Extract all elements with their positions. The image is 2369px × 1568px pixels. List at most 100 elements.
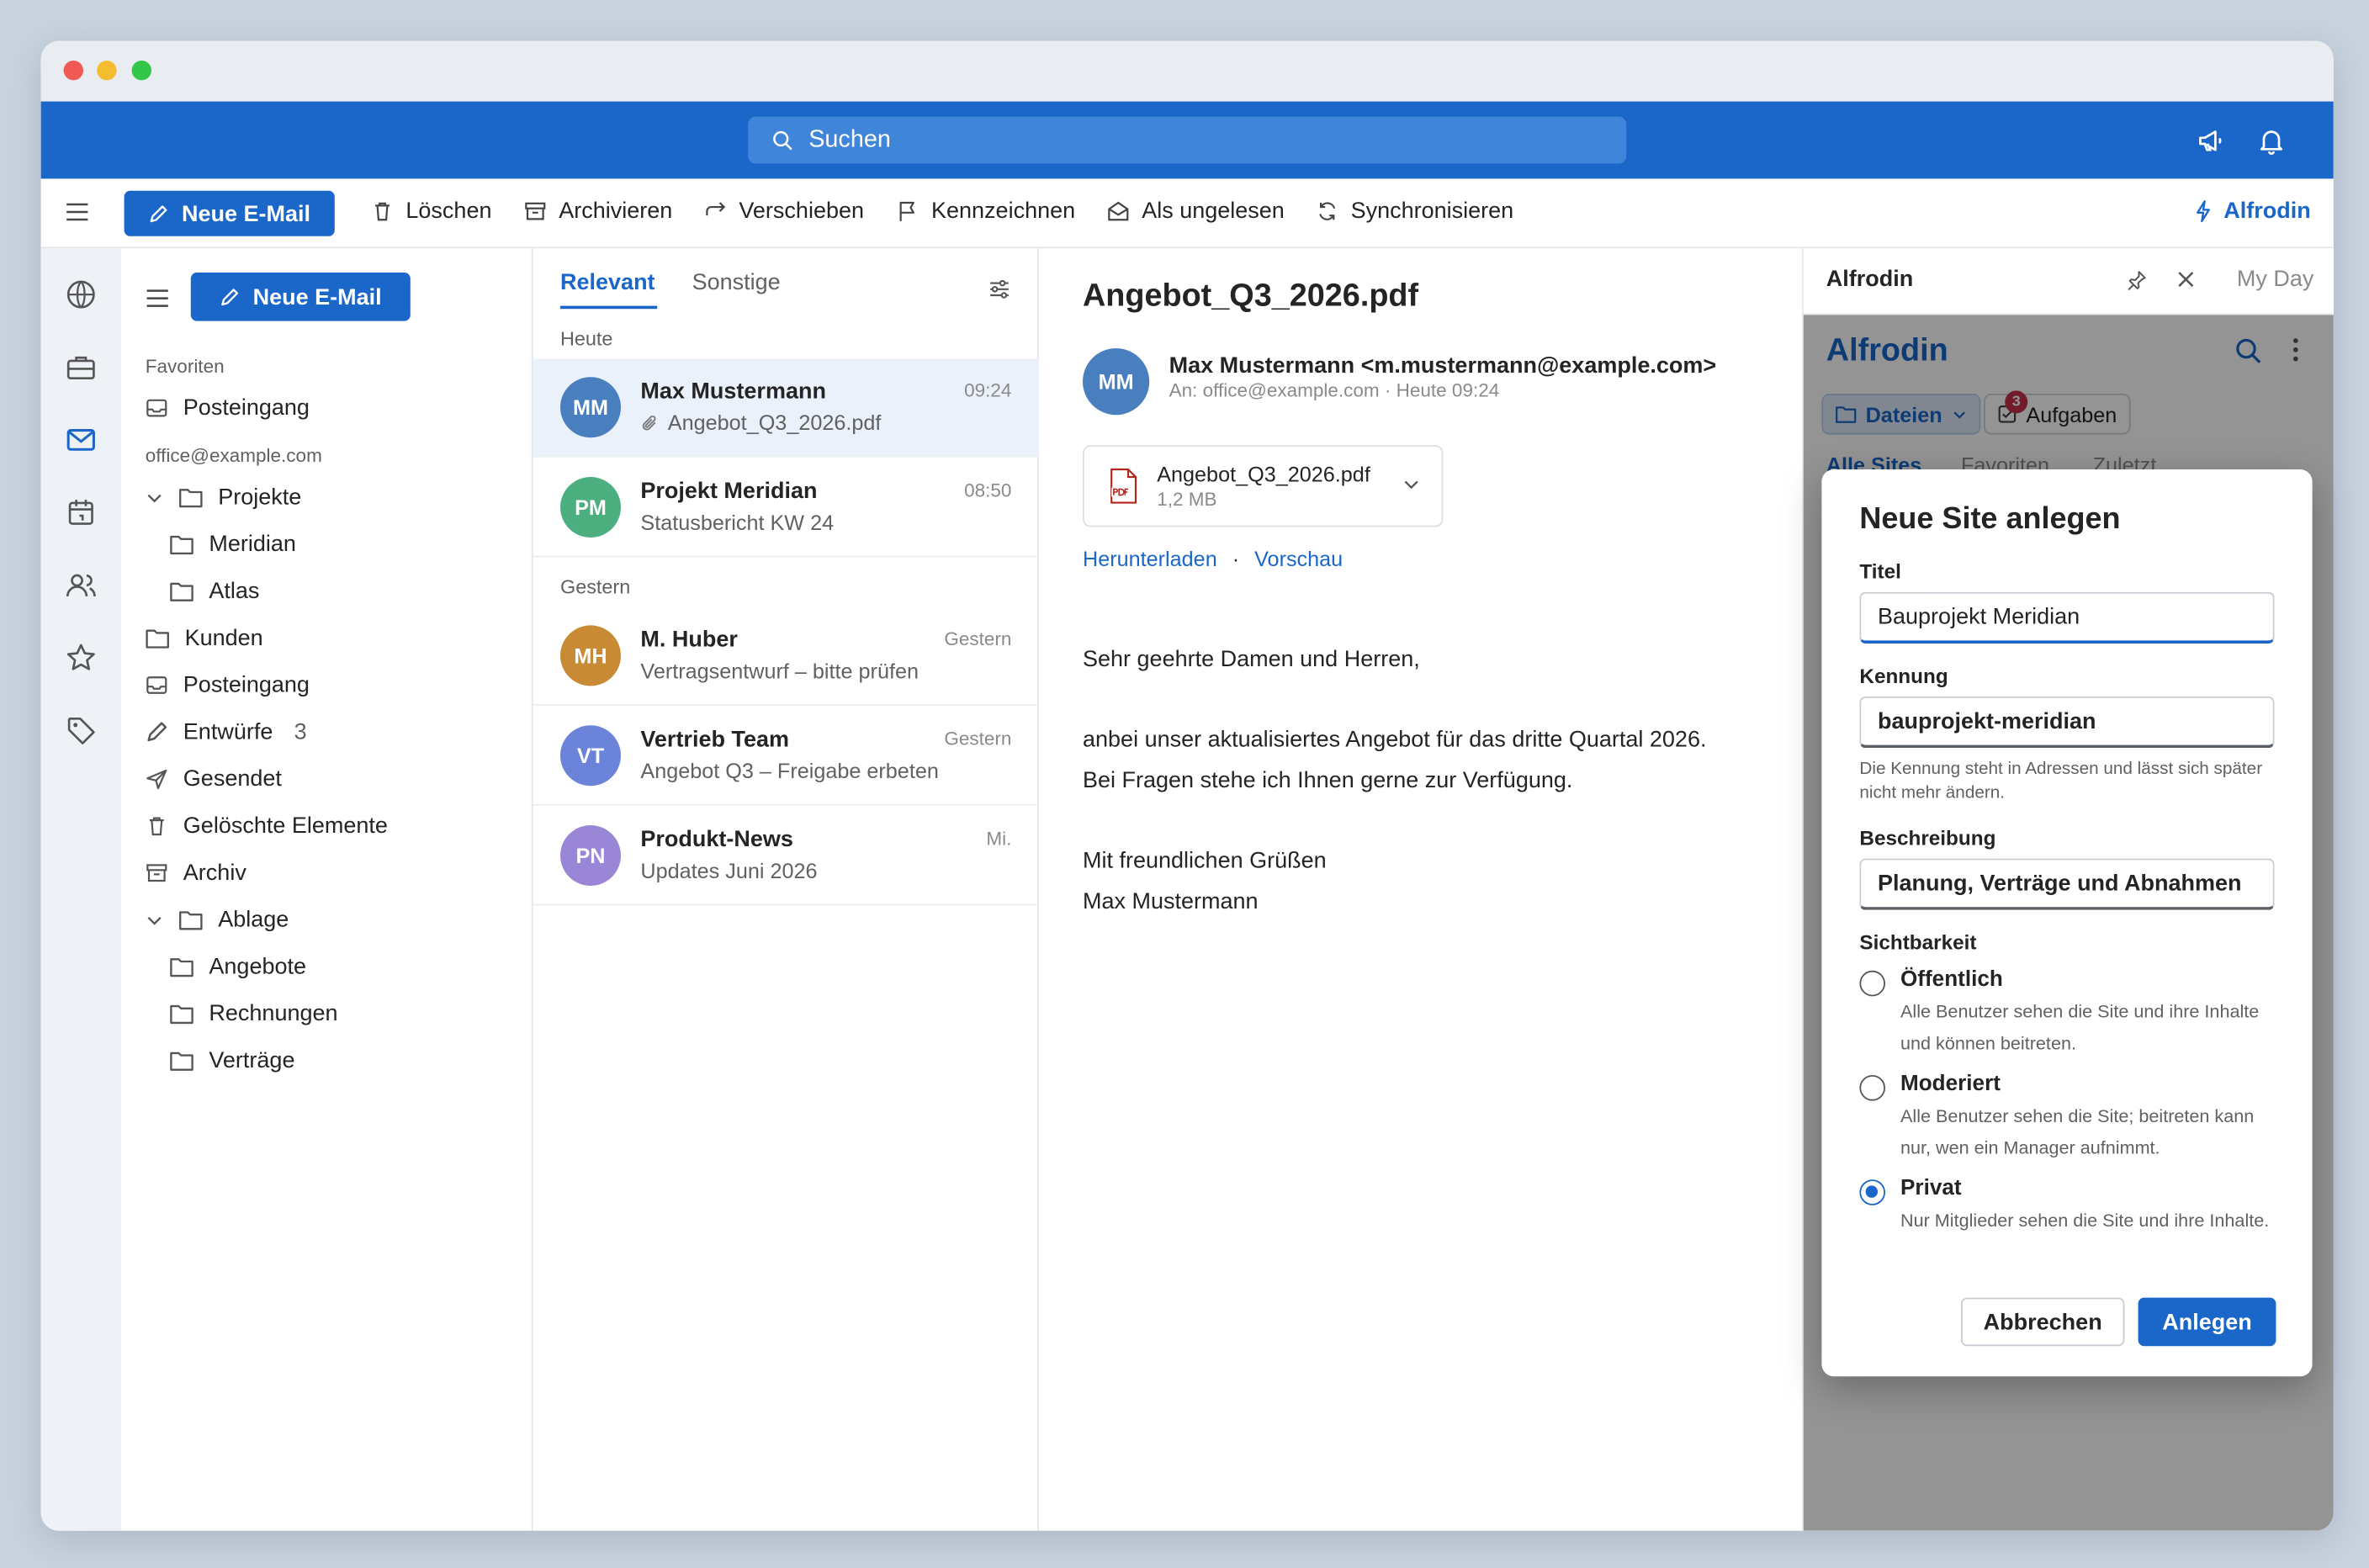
key-hint: Die Kennung steht in Adressen und lässt …: [1859, 760, 2263, 803]
globe-icon[interactable]: [65, 278, 97, 310]
archive-icon: [146, 864, 167, 882]
close-icon[interactable]: [2176, 269, 2196, 289]
folder-kunden[interactable]: Kunden: [146, 625, 263, 651]
folder-rechnungen[interactable]: Rechnungen: [170, 1001, 338, 1026]
mark-unread-button[interactable]: Als ungelesen: [1107, 199, 1285, 224]
folder-icon: [170, 1004, 193, 1025]
message-row[interactable]: PN Produkt-News Updates Juni 2026 Mi.: [533, 807, 1039, 906]
my-day-button[interactable]: My Day: [2237, 267, 2314, 293]
sender-avatar: MM: [1083, 348, 1150, 416]
chevron-down-icon[interactable]: [1402, 475, 1421, 494]
lightning-icon: [2196, 200, 2210, 223]
move-button[interactable]: Verschieben: [704, 199, 864, 224]
option-description: Alle Benutzer sehen die Site und ihre In…: [1900, 1000, 2260, 1054]
calendar-icon[interactable]: [65, 496, 97, 528]
option-description: Nur Mitglieder sehen die Site und ihre I…: [1900, 1210, 2270, 1232]
window-titlebar: [40, 40, 2334, 102]
archive-button[interactable]: Archivieren: [524, 198, 673, 225]
bell-icon[interactable]: [2256, 125, 2287, 156]
key-field-label: Kennung: [1859, 665, 1948, 688]
pdf-file-icon: [1110, 468, 1137, 504]
folder-label: Kunden: [184, 625, 263, 651]
star-icon[interactable]: [65, 642, 97, 674]
folder-label: Atlas: [209, 578, 260, 605]
mail-icon[interactable]: [65, 424, 97, 456]
people-icon[interactable]: [65, 569, 97, 601]
folder-icon: [146, 629, 169, 649]
folder-pane: Neue E-Mail Favoriten Posteingang office…: [121, 248, 533, 1531]
account-header: office@example.com: [145, 445, 322, 467]
radio-button-selected[interactable]: [1859, 1179, 1885, 1205]
archive-label: Archivieren: [559, 198, 673, 225]
folder-new-mail-button[interactable]: Neue E-Mail: [190, 273, 411, 321]
new-mail-button[interactable]: Neue E-Mail: [124, 190, 335, 236]
pin-icon[interactable]: [2126, 269, 2147, 290]
site-key-input[interactable]: bauprojekt-meridian: [1859, 697, 2275, 749]
preview-link[interactable]: Vorschau: [1254, 547, 1343, 571]
alfrodin-addin-button[interactable]: Alfrodin: [2193, 199, 2311, 224]
flag-button[interactable]: Kennzeichnen: [897, 199, 1075, 224]
message-sender: Produkt-News: [640, 826, 793, 853]
message-time: 09:24: [964, 379, 1012, 401]
folder-icon: [179, 489, 203, 508]
folder-sent[interactable]: Gesendet: [146, 766, 282, 792]
download-link[interactable]: Herunterladen: [1083, 547, 1217, 571]
folder-ablage[interactable]: Ablage: [146, 907, 289, 933]
drafts-count: 3: [294, 719, 307, 745]
site-description-input[interactable]: Planung, Verträge und Abnahmen: [1859, 858, 2275, 910]
folder-label: Gelöschte Elemente: [183, 813, 388, 840]
pencil-icon: [147, 722, 167, 742]
delete-button[interactable]: Löschen: [371, 198, 492, 225]
folder-icon: [170, 1052, 193, 1071]
option-description: Alle Benutzer sehen die Site; beitreten …: [1900, 1105, 2255, 1158]
attachment-name: Angebot_Q3_2026.pdf: [1157, 462, 1370, 486]
message-row[interactable]: MH M. Huber Vertragsentwurf – bitte prüf…: [533, 607, 1039, 706]
sync-button[interactable]: Synchronisieren: [1316, 199, 1513, 224]
tag-icon[interactable]: [65, 715, 97, 747]
cancel-button[interactable]: Abbrechen: [1961, 1297, 2125, 1347]
radio-button[interactable]: [1859, 1075, 1885, 1101]
move-arrow-icon: [706, 202, 726, 216]
folder-angebote[interactable]: Angebote: [170, 954, 306, 980]
hamburger-menu-icon[interactable]: [65, 200, 89, 225]
folder-label: Entwürfe: [183, 719, 273, 745]
folder-drafts[interactable]: Entwürfe 3: [146, 719, 307, 745]
favorite-inbox[interactable]: Posteingang: [146, 395, 310, 421]
favorite-inbox-label: Posteingang: [183, 395, 310, 421]
minimize-window-button[interactable]: [97, 61, 117, 81]
folder-archive[interactable]: Archiv: [146, 860, 246, 886]
chevron-down-icon[interactable]: [146, 911, 164, 930]
message-row[interactable]: VT Vertrieb Team Angebot Q3 – Freigabe e…: [533, 707, 1039, 806]
search-box[interactable]: Suchen: [748, 116, 1627, 164]
delete-label: Löschen: [405, 198, 492, 225]
collapse-pane-icon[interactable]: [146, 286, 170, 310]
folder-meridian[interactable]: Meridian: [170, 532, 296, 557]
folder-vertraege[interactable]: Verträge: [170, 1047, 295, 1074]
reading-pane: Angebot_Q3_2026.pdf MM Max Mustermann <m…: [1039, 248, 1802, 1531]
attachment-card[interactable]: Angebot_Q3_2026.pdf 1,2 MB: [1083, 445, 1444, 527]
new-mail-label: Neue E-Mail: [181, 200, 311, 227]
message-sender: Max Mustermann: [640, 379, 826, 405]
tab-sonstige[interactable]: Sonstige: [692, 269, 781, 295]
close-window-button[interactable]: [63, 61, 83, 81]
megaphone-icon[interactable]: [2196, 125, 2226, 156]
message-row[interactable]: MM Max Mustermann Angebot_Q3_2026.pdf 09…: [533, 358, 1039, 458]
attachment-size: 1,2 MB: [1157, 489, 1217, 511]
site-title-input[interactable]: Bauprojekt Meridian: [1859, 591, 2275, 644]
folder-label: Verträge: [209, 1047, 295, 1074]
folder-atlas[interactable]: Atlas: [170, 578, 260, 605]
message-row[interactable]: PM Projekt Meridian Statusbericht KW 24 …: [533, 458, 1039, 558]
filter-icon[interactable]: [988, 278, 1010, 299]
radio-button[interactable]: [1859, 970, 1885, 997]
zoom-window-button[interactable]: [131, 61, 151, 81]
message-sender: Vertrieb Team: [640, 727, 789, 753]
folder-inbox[interactable]: Posteingang: [146, 672, 310, 698]
folder-deleted[interactable]: Gelöschte Elemente: [146, 813, 388, 840]
chevron-down-icon[interactable]: [146, 489, 164, 507]
command-toolbar: Neue E-Mail Löschen Archivieren Verschie…: [40, 178, 2334, 249]
group-header-yesterday: Gestern: [560, 575, 631, 598]
briefcase-icon[interactable]: [65, 352, 97, 384]
create-button[interactable]: Anlegen: [2138, 1297, 2276, 1347]
folder-projekte[interactable]: Projekte: [146, 485, 301, 511]
tab-relevant[interactable]: Relevant: [560, 269, 655, 295]
